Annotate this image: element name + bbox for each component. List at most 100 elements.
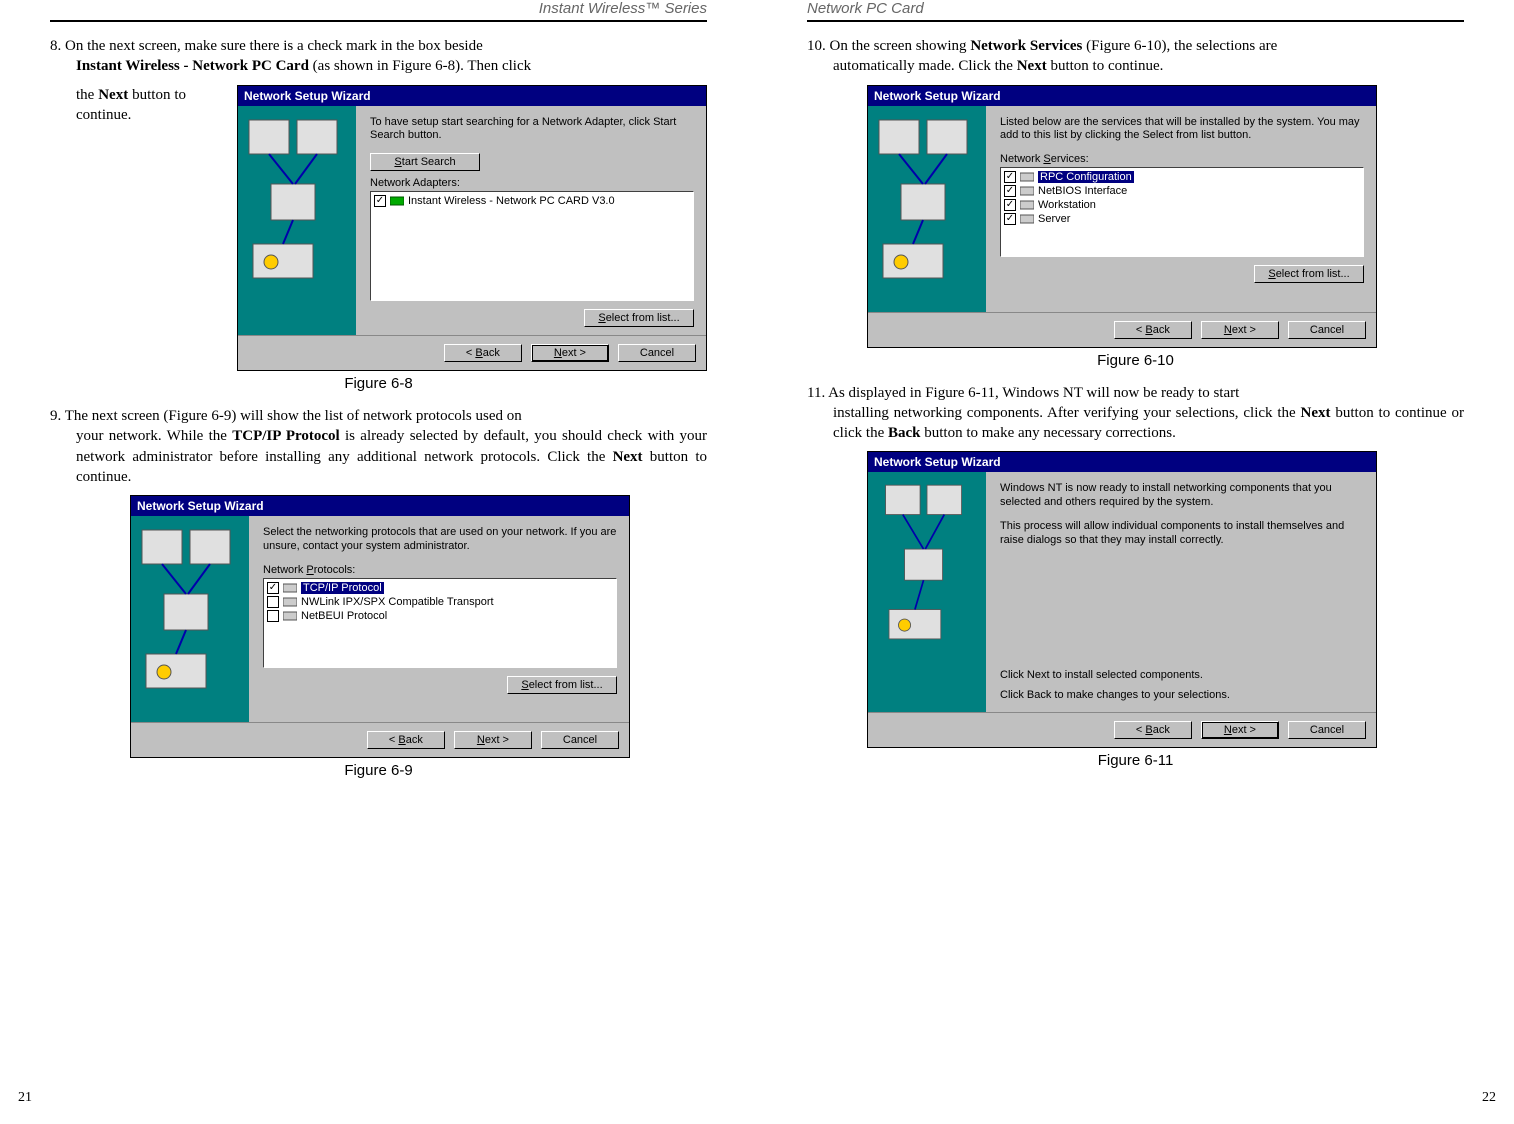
step-10-mid: (Figure 6-10), the selections are [1082,38,1277,54]
network-adapters-listbox[interactable]: ✓ Instant Wireless - Network PC CARD V3.… [370,191,694,301]
service-item-server[interactable]: ✓ Server [1004,212,1360,226]
network-illustration-icon [873,114,981,304]
network-illustration-icon [136,524,244,714]
checkbox-checked-icon[interactable]: ✓ [374,195,386,207]
dialog-title-9: Network Setup Wizard [131,496,629,516]
protocol-item-nwlink[interactable]: NWLink IPX/SPX Compatible Transport [267,595,613,609]
step-10-b1: Network Services [970,38,1082,54]
step-9-b: TCP/IP Protocol [232,428,340,444]
step-9-first: The next screen (Figure 6-9) will show t… [65,408,522,424]
step-11: 11. As displayed in Figure 6-11, Windows… [807,383,1464,444]
checkbox-checked-icon[interactable]: ✓ [267,582,279,594]
dialog-title-11: Network Setup Wizard [868,452,1376,472]
service-item-netbios[interactable]: ✓ NetBIOS Interface [1004,184,1360,198]
start-search-label: tart Search [402,156,456,168]
dialog-fig-6-9: Network Setup Wizard Select the networki… [130,495,630,758]
protocol-label-1: NWLink IPX/SPX Compatible Transport [301,596,494,608]
step-11-first: As displayed in Figure 6-11, Windows NT … [828,385,1239,401]
back-button-9[interactable]: < Back [367,731,445,749]
protocol-item-netbeui[interactable]: NetBEUI Protocol [267,609,613,623]
step-8-figure-row: the Next button to continue. Network Set… [50,85,707,372]
figure-6-11-caption: Figure 6-11 [807,752,1464,769]
dialog-title-8: Network Setup Wizard [238,86,706,106]
step-10-rb: Next [1017,58,1047,74]
step-11-b: Next [1301,405,1331,421]
back-button-11[interactable]: < Back [1114,721,1192,739]
dialog-title-10: Network Setup Wizard [868,86,1376,106]
network-illustration-icon [873,480,981,670]
adapter-item-label: Instant Wireless - Network PC CARD V3.0 [408,195,615,207]
back-button-8[interactable]: < Back [444,344,522,362]
checkbox-unchecked-icon[interactable] [267,596,279,608]
protocol-item-tcpip[interactable]: ✓ TCP/IP Protocol [267,581,613,595]
service-icon [1020,213,1034,225]
checkbox-checked-icon[interactable]: ✓ [1004,171,1016,183]
step-11-e: button to make any necessary corrections… [921,425,1176,441]
step-10-a: On the screen showing [830,38,971,54]
start-search-button[interactable]: Start Search [370,153,480,171]
checkbox-checked-icon[interactable]: ✓ [1004,185,1016,197]
checkbox-unchecked-icon[interactable] [267,610,279,622]
adapter-list-item[interactable]: ✓ Instant Wireless - Network PC CARD V3.… [374,194,690,208]
cancel-button-8[interactable]: Cancel [618,344,696,362]
step-8-text-a: On the next screen, make sure there is a… [65,38,483,54]
checkbox-checked-icon[interactable]: ✓ [1004,199,1016,211]
step-8-number: 8. [50,38,65,54]
network-services-listbox[interactable]: ✓ RPC Configuration ✓ NetBIOS Interface … [1000,167,1364,257]
dialog-side-illustration-10 [868,106,986,312]
service-label-2: Workstation [1038,199,1096,211]
select-from-list-button-8[interactable]: Select from list... [584,309,694,327]
dialog-9-instruction: Select the networking protocols that are… [263,526,617,554]
network-protocols-label: Network Protocols: [263,564,617,576]
step-9-number: 9. [50,408,65,424]
next-button-11[interactable]: Next > [1201,721,1279,739]
network-illustration-icon [243,114,351,304]
back-button-10[interactable]: < Back [1114,321,1192,339]
dialog-11-text1: Windows NT is now ready to install netwo… [1000,482,1364,510]
protocol-icon [283,596,297,608]
dialog-8-instruction: To have setup start searching for a Netw… [370,116,694,144]
dialog-fig-6-8: Network Setup Wizard To have setup start… [237,85,707,372]
step-8-side-a: the [76,87,98,103]
network-services-label: Network Services: [1000,153,1364,165]
next-button-10[interactable]: Next > [1201,321,1279,339]
header-right: Network PC Card [807,0,1464,22]
select-from-list-button-9[interactable]: Select from list... [507,676,617,694]
adapter-icon [390,195,404,207]
service-label-0: RPC Configuration [1038,171,1134,183]
cancel-button-9[interactable]: Cancel [541,731,619,749]
page-right: Network PC Card 10. On the screen showin… [757,0,1514,1124]
step-9-d: Next [613,449,643,465]
service-item-workstation[interactable]: ✓ Workstation [1004,198,1360,212]
service-icon [1020,185,1034,197]
dialog-10-instruction: Listed below are the services that will … [1000,116,1364,144]
cancel-button-10[interactable]: Cancel [1288,321,1366,339]
protocol-icon [283,582,297,594]
service-icon [1020,199,1034,211]
dialog-side-illustration-11 [868,472,986,712]
page-number-right: 22 [1482,1090,1496,1106]
dialog-fig-6-10: Network Setup Wizard Listed below are th… [867,85,1377,348]
service-label-3: Server [1038,213,1070,225]
step-11-a: installing networking components. After … [833,405,1301,421]
checkbox-checked-icon[interactable]: ✓ [1004,213,1016,225]
step-10: 10. On the screen showing Network Servic… [807,36,1464,77]
figure-6-8-caption: Figure 6-8 [50,375,707,392]
figure-6-9-caption: Figure 6-9 [50,762,707,779]
step-11-d: Back [888,425,921,441]
protocol-icon [283,610,297,622]
service-item-rpc[interactable]: ✓ RPC Configuration [1004,170,1360,184]
step-9: 9. The next screen (Figure 6-9) will sho… [50,406,707,487]
dialog-11-text4: Click Back to make changes to your selec… [1000,689,1364,703]
network-protocols-listbox[interactable]: ✓ TCP/IP Protocol NWLink IPX/SPX Compati… [263,578,617,668]
step-8-text-c: (as shown in Figure 6-8). Then click [309,58,531,74]
step-10-number: 10. [807,38,830,54]
next-button-8[interactable]: Next > [531,344,609,362]
network-adapters-label: Network Adapters: [370,177,694,189]
header-left: Instant Wireless™ Series [50,0,707,22]
next-button-9[interactable]: Next > [454,731,532,749]
step-10-rc: button to continue. [1047,58,1164,74]
dialog-side-illustration-9 [131,516,249,722]
select-from-list-button-10[interactable]: Select from list... [1254,265,1364,283]
cancel-button-11[interactable]: Cancel [1288,721,1366,739]
